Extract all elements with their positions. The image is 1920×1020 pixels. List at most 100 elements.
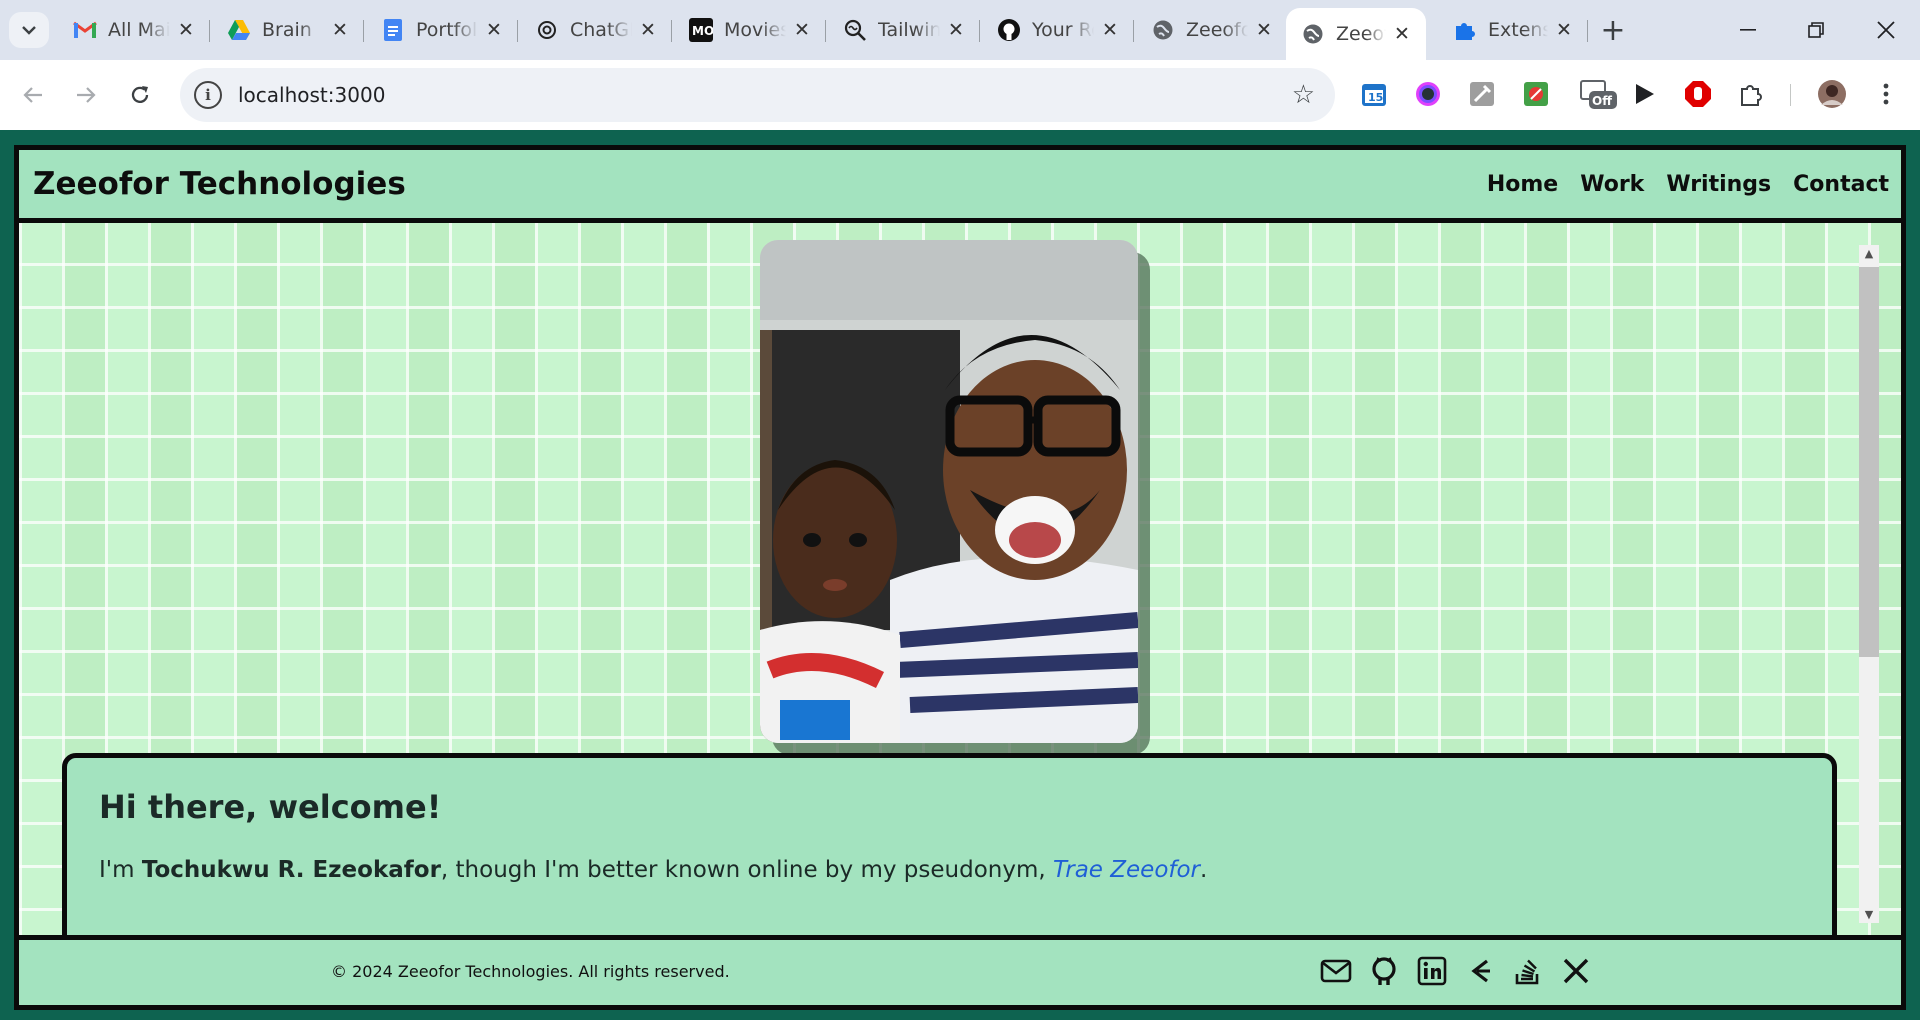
intro-middle: , though I'm better known online by my p…	[440, 857, 1053, 883]
intro-prefix: I'm	[99, 857, 142, 883]
tab-title: Portfolio	[416, 19, 478, 41]
url-text[interactable]: localhost:3000	[238, 83, 385, 107]
tab-extensions[interactable]: Extensions ✕	[1438, 6, 1588, 54]
site-brand[interactable]: Zeeofor Technologies	[33, 166, 406, 202]
tab-title: Movies	[724, 19, 786, 41]
welcome-heading: Hi there, welcome!	[99, 788, 442, 826]
tab-title: Your Repositories	[1032, 19, 1094, 41]
close-icon[interactable]: ✕	[1098, 19, 1122, 41]
movie-app-icon: MO	[688, 17, 714, 43]
chevron-down-icon	[22, 26, 36, 35]
address-bar[interactable]: i localhost:3000 ☆	[180, 68, 1335, 122]
close-icon[interactable]: ✕	[482, 19, 506, 41]
bookmark-star-icon[interactable]: ☆	[1292, 80, 1315, 110]
linkedin-icon[interactable]	[1415, 954, 1449, 988]
tab-title: Zeeofor	[1186, 19, 1248, 41]
site-footer: © 2024 Zeeofor Technologies. All rights …	[19, 940, 1901, 1005]
svg-text:MO: MO	[692, 24, 713, 38]
scroll-down-arrow-icon[interactable]: ▼	[1859, 908, 1879, 921]
github-icon[interactable]	[1367, 954, 1401, 988]
forward-button[interactable]	[66, 75, 106, 115]
nav-contact[interactable]: Contact	[1793, 172, 1889, 197]
profile-avatar[interactable]	[1815, 77, 1849, 111]
nav-writings[interactable]: Writings	[1666, 172, 1771, 197]
puzzle-icon	[1452, 17, 1478, 43]
tailwind-search-icon	[842, 17, 868, 43]
tab-title: All Mail	[108, 19, 170, 41]
toolbar-divider	[1790, 84, 1791, 106]
tab-title: Tailwind	[878, 19, 940, 41]
stackoverflow-icon[interactable]	[1511, 954, 1545, 988]
close-icon[interactable]: ✕	[1252, 19, 1276, 41]
site-info-icon[interactable]: i	[194, 81, 222, 109]
gmail-icon	[72, 17, 98, 43]
google-docs-icon	[380, 17, 406, 43]
tab-portfolio[interactable]: Portfolio ✕	[366, 6, 518, 54]
site-header: Zeeofor Technologies Home Work Writings …	[19, 150, 1901, 218]
tab-search-button[interactable]	[9, 12, 49, 48]
browser-toolbar: i localhost:3000 ☆ 15 Off	[0, 60, 1920, 130]
reload-icon	[131, 86, 149, 103]
tab-brain[interactable]: Brain ✕	[212, 6, 364, 54]
tab-zeeofor[interactable]: Zeeofor ✕	[1136, 6, 1288, 54]
pseudonym-link[interactable]: Trae Zeeofor	[1053, 857, 1200, 883]
minimize-button[interactable]	[1718, 8, 1778, 52]
svg-text:15: 15	[1368, 91, 1383, 104]
site-nav: Home Work Writings Contact	[1487, 172, 1889, 197]
tab-title: Brain	[262, 19, 312, 41]
extension-calendar-icon[interactable]: 15	[1357, 77, 1391, 111]
close-icon[interactable]: ✕	[1552, 19, 1576, 41]
welcome-intro: I'm Tochukwu R. Ezeokafor, though I'm be…	[99, 857, 1207, 883]
tab-github[interactable]: Your Repositories ✕	[982, 6, 1134, 54]
back-button[interactable]	[13, 75, 53, 115]
close-icon	[1877, 21, 1895, 39]
browser-tab-strip: All Mail ✕ Brain ✕ Portfolio ✕ ChatGPT ✕…	[0, 0, 1920, 60]
extension-off-toggle-icon[interactable]: Off	[1575, 77, 1619, 111]
reload-button[interactable]	[120, 75, 160, 115]
nav-home[interactable]: Home	[1487, 172, 1558, 197]
tab-zeeofor-active[interactable]: Zeeofor ✕	[1286, 8, 1426, 60]
page-scrollbar[interactable]: ▲ ▼	[1859, 245, 1879, 923]
tab-title: Extensions	[1488, 19, 1548, 41]
close-icon[interactable]: ✕	[1390, 23, 1414, 45]
restore-icon	[1808, 22, 1824, 38]
x-icon[interactable]	[1559, 954, 1593, 988]
arrow-right-icon	[77, 87, 96, 103]
main-content[interactable]: ▲ ▼ Hi there, welcome! I'm Tochukwu R. E…	[19, 223, 1901, 935]
extension-tag-icon[interactable]	[1519, 77, 1553, 111]
close-window-button[interactable]	[1856, 8, 1916, 52]
mail-icon[interactable]	[1319, 954, 1353, 988]
tab-title: ChatGPT	[570, 19, 632, 41]
extension-play-icon[interactable]	[1627, 77, 1661, 111]
codewars-icon[interactable]	[1463, 954, 1497, 988]
copyright-text: © 2024 Zeeofor Technologies. All rights …	[331, 962, 730, 981]
close-icon[interactable]: ✕	[944, 19, 968, 41]
google-drive-icon	[226, 17, 252, 43]
extension-eyedropper-icon[interactable]	[1465, 77, 1499, 111]
author-name: Tochukwu R. Ezeokafor	[141, 857, 441, 883]
nav-work[interactable]: Work	[1580, 172, 1644, 197]
restore-button[interactable]	[1786, 8, 1846, 52]
welcome-card: Hi there, welcome! I'm Tochukwu R. Ezeok…	[62, 753, 1837, 935]
tab-movies[interactable]: MO Movies ✕	[674, 6, 826, 54]
extensions-menu-icon[interactable]	[1735, 77, 1769, 111]
scrollbar-thumb[interactable]	[1859, 267, 1879, 657]
tab-all-mail[interactable]: All Mail ✕	[58, 6, 210, 54]
globe-icon	[1300, 21, 1326, 47]
tab-tailwind[interactable]: Tailwind ✕	[828, 6, 980, 54]
page-viewport: Zeeofor Technologies Home Work Writings …	[0, 130, 1920, 1020]
close-icon[interactable]: ✕	[328, 19, 352, 41]
social-links	[1319, 954, 1593, 988]
globe-icon	[1150, 17, 1176, 43]
scroll-up-arrow-icon[interactable]: ▲	[1859, 247, 1879, 260]
browser-menu-icon[interactable]	[1869, 77, 1903, 111]
close-icon[interactable]: ✕	[636, 19, 660, 41]
close-icon[interactable]: ✕	[790, 19, 814, 41]
close-icon[interactable]: ✕	[174, 19, 198, 41]
extension-badge: Off	[1592, 94, 1612, 108]
extension-colorzilla-icon[interactable]	[1411, 77, 1445, 111]
new-tab-button[interactable]: +	[1595, 12, 1631, 48]
extension-adblock-icon[interactable]	[1681, 77, 1715, 111]
tab-chatgpt[interactable]: ChatGPT ✕	[520, 6, 672, 54]
intro-suffix: .	[1200, 857, 1208, 883]
